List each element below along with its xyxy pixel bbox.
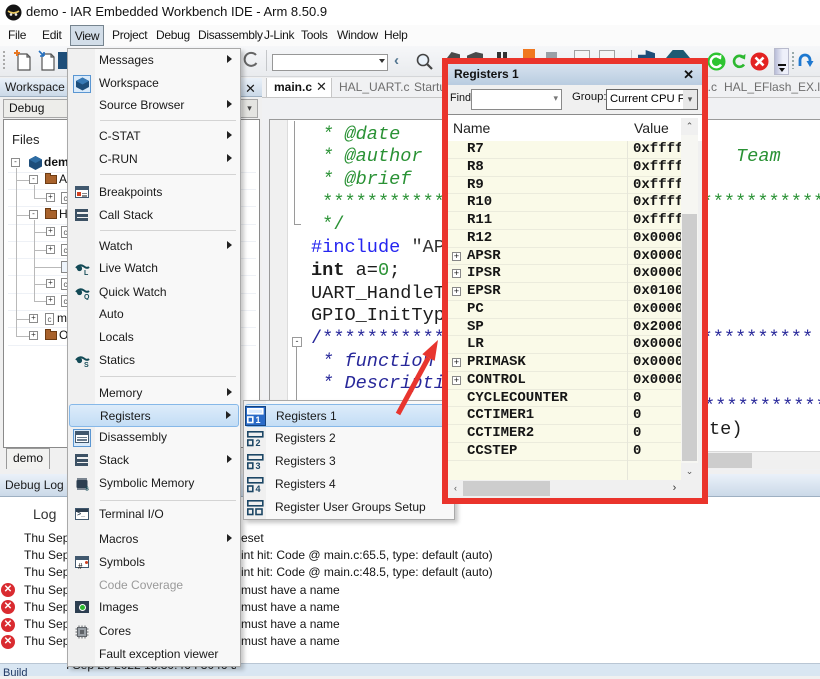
svg-text:3: 3: [256, 461, 261, 470]
svg-text:4: 4: [256, 484, 261, 493]
svg-text:1: 1: [256, 415, 261, 424]
svg-text:Q: Q: [84, 294, 90, 300]
svg-text:s: s: [85, 486, 89, 492]
svg-text:2: 2: [256, 438, 261, 447]
svg-text:L: L: [84, 270, 89, 276]
svg-text:S: S: [84, 362, 89, 368]
